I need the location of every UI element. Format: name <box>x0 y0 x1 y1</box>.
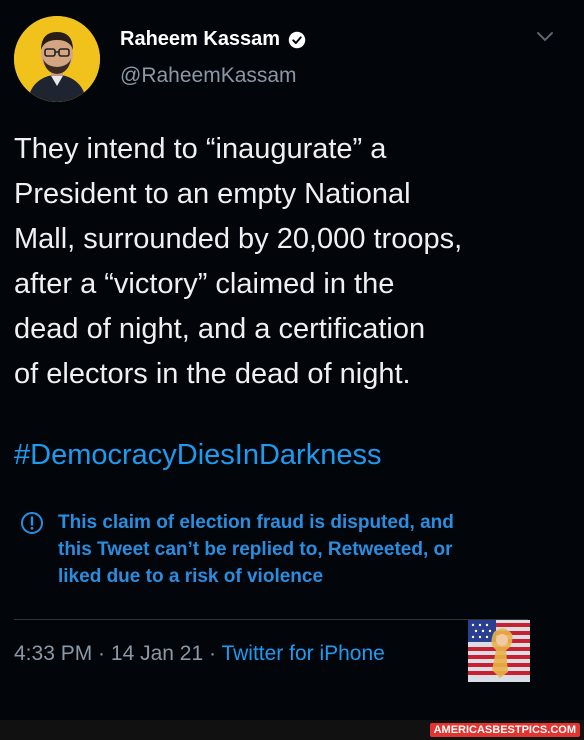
flag-sticker-image <box>468 620 530 682</box>
disputed-claim-notice[interactable]: This claim of election fraud is disputed… <box>20 509 520 590</box>
author-handle[interactable]: @RaheemKassam <box>120 64 297 88</box>
meta-separator: · <box>203 642 222 665</box>
notice-text: This claim of election fraud is disputed… <box>58 512 454 587</box>
hashtag-link[interactable]: #DemocracyDiesInDarkness <box>14 439 381 472</box>
meta-separator: · <box>92 642 111 665</box>
author-name-row: Raheem Kassam <box>120 28 306 51</box>
tweet-time[interactable]: 4:33 PM <box>14 642 92 665</box>
site-watermark: AMERICASBESTPICS.COM <box>429 723 580 737</box>
author-display-name[interactable]: Raheem Kassam <box>120 28 280 51</box>
chevron-down-icon[interactable] <box>536 30 554 44</box>
tweet-card: Raheem Kassam @RaheemKassam They intend … <box>0 0 584 720</box>
tweet-date[interactable]: 14 Jan 21 <box>111 642 203 665</box>
tweet-source[interactable]: Twitter for iPhone <box>221 642 384 665</box>
tweet-text: They intend to “inaugurate” a President … <box>14 133 463 390</box>
avatar-portrait <box>14 16 100 102</box>
divider <box>14 619 528 620</box>
verified-badge-icon <box>288 31 306 48</box>
avatar[interactable] <box>14 16 100 102</box>
tweet-meta: 4:33 PM · 14 Jan 21 · Twitter for iPhone <box>14 642 385 666</box>
exclamation-circle-icon <box>21 512 43 534</box>
